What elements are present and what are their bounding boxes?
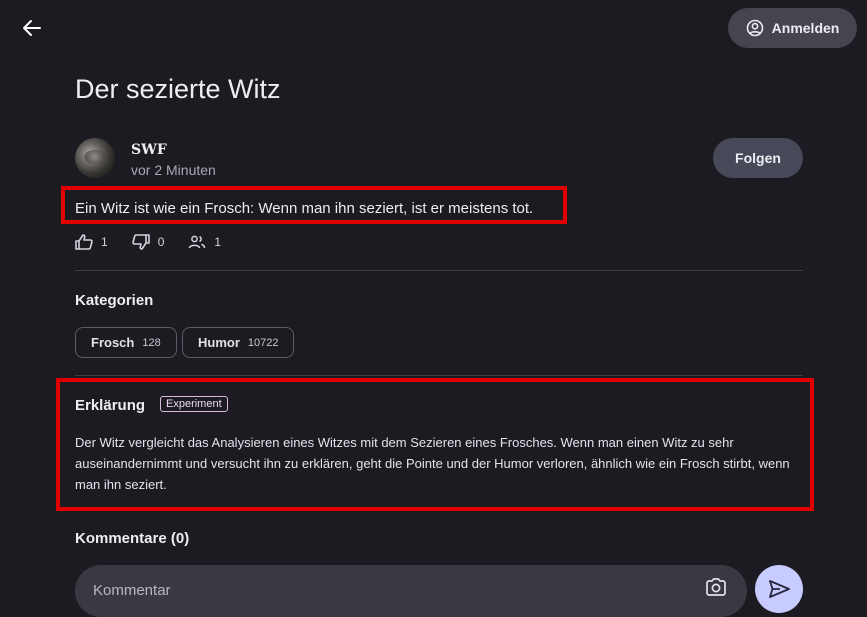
people-button[interactable]: 1 <box>188 235 221 249</box>
author-name[interactable]: SWF <box>131 142 167 158</box>
like-count: 1 <box>101 235 108 249</box>
divider <box>75 375 803 376</box>
arrow-left-icon <box>23 20 41 36</box>
thumb-down-icon <box>131 234 150 250</box>
follow-button[interactable]: Folgen <box>713 138 803 178</box>
category-label: Frosch <box>91 335 135 350</box>
camera-icon <box>706 578 726 596</box>
send-button[interactable] <box>755 565 803 613</box>
thumb-up-icon <box>75 234 93 250</box>
category-label: Humor <box>198 335 240 350</box>
back-button[interactable] <box>18 14 46 42</box>
page-title: Der sezierte Witz <box>75 74 281 104</box>
send-icon <box>769 580 790 598</box>
joke-text: Ein Witz ist wie ein Frosch: Wenn man ih… <box>75 200 534 217</box>
login-label: Anmelden <box>771 20 840 36</box>
camera-button[interactable] <box>705 577 733 603</box>
category-count: 10722 <box>247 336 279 349</box>
post-timestamp: vor 2 Minuten <box>131 162 216 178</box>
explanation-text: Der Witz vergleicht das Analysieren eine… <box>75 435 790 492</box>
divider <box>75 270 803 271</box>
group-icon <box>189 235 206 249</box>
like-button[interactable]: 1 <box>75 234 108 250</box>
dislike-count: 0 <box>157 235 165 249</box>
comment-field[interactable] <box>75 565 747 617</box>
people-count: 1 <box>214 235 222 249</box>
login-button[interactable]: Anmelden <box>728 8 857 48</box>
category-count: 128 <box>142 336 161 349</box>
experiment-badge: Experiment <box>160 396 228 412</box>
explanation-title: Erklärung <box>75 397 146 414</box>
categories-title: Kategorien <box>75 292 154 309</box>
reaction-bar: 1 0 1 <box>75 232 245 252</box>
comments-title: Kommentare (0) <box>75 530 190 547</box>
category-chip-frosch[interactable]: Frosch 128 <box>75 327 177 358</box>
dislike-button[interactable]: 0 <box>131 234 165 250</box>
category-chip-humor[interactable]: Humor 10722 <box>182 327 295 358</box>
comment-input[interactable] <box>91 581 675 600</box>
account-circle-icon <box>746 19 763 37</box>
avatar[interactable] <box>75 138 115 178</box>
